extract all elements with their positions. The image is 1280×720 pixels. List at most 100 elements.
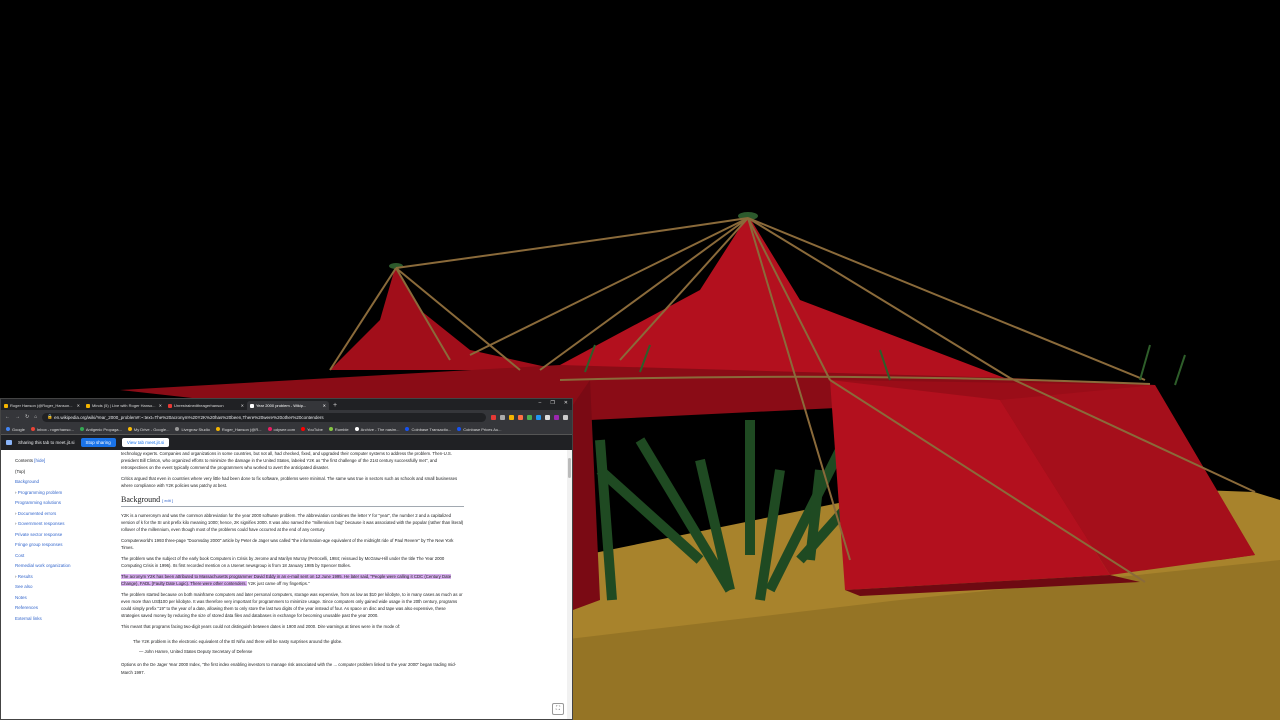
tab-roger-x[interactable]: Roger Hanson (@Roger_Hanson... ✕ [1, 401, 83, 410]
extension-icon[interactable] [491, 414, 496, 420]
scrollbar-thumb[interactable] [568, 458, 571, 478]
chevron-right-icon[interactable]: › [15, 490, 17, 495]
home-icon[interactable]: ⌂ [34, 414, 37, 420]
toc-item[interactable]: › Government responses [15, 519, 105, 530]
paragraph: The problem was the subject of the early… [121, 555, 445, 568]
blockquote: The Y2K problem is the electronic equiva… [121, 638, 464, 655]
window-controls: – ❐ ✕ [539, 400, 568, 406]
youtube-icon [301, 427, 306, 431]
minimize-button[interactable]: – [539, 400, 542, 406]
puzzle-icon[interactable] [545, 414, 550, 420]
tab-sharing-bar: Sharing this tab to meet.jit.si Stop sha… [1, 435, 572, 450]
scrollbar[interactable] [567, 450, 572, 719]
extension-icon[interactable] [527, 414, 532, 420]
toc-item[interactable]: Programming solutions [15, 498, 105, 509]
bookmark[interactable]: Inbox - rogerhanso... [30, 427, 74, 432]
bookmark[interactable]: Archive - The nasim... [354, 427, 399, 432]
stop-sharing-button[interactable]: Stop sharing [80, 438, 116, 447]
restore-button[interactable]: ❐ [550, 400, 554, 406]
reload-icon[interactable]: ↻ [25, 414, 29, 420]
quote-attribution: — John Hamre, United States Deputy Secre… [139, 649, 253, 655]
toc-item[interactable]: Cost [15, 551, 105, 562]
close-icon[interactable]: ✕ [159, 403, 162, 408]
bookmark[interactable]: Coinbase Transactio... [405, 427, 451, 432]
bookmark[interactable]: Coinbase Prices Au... [457, 427, 502, 432]
toc-item[interactable]: Remedial work organization [15, 561, 105, 572]
toc-item[interactable]: › Results [15, 572, 105, 583]
browser-window[interactable]: Roger Hanson (@Roger_Hanson... ✕ Minds (5… [0, 398, 573, 720]
paragraph: Computerworld's 1993 three-page "Doomsda… [121, 537, 454, 551]
toc-item[interactable]: › Documented errors [15, 509, 105, 520]
extension-icon[interactable] [536, 414, 541, 420]
chevron-right-icon[interactable]: › [15, 511, 17, 516]
forward-icon[interactable]: → [15, 414, 20, 420]
toc-item[interactable]: Background [15, 477, 105, 488]
bookmark[interactable]: YouTube [301, 427, 323, 432]
toc-hide-link[interactable]: [hide] [34, 458, 45, 463]
page-content: Contents [hide] (Top) Background › Progr… [1, 450, 572, 719]
coinbase-icon [405, 427, 410, 431]
x-icon [4, 403, 8, 408]
bookmark[interactable]: My Drive - Google... [127, 427, 169, 432]
archive-icon [354, 427, 359, 431]
close-icon[interactable]: ✕ [241, 403, 244, 408]
paragraph: This meant that programs facing two-digi… [121, 623, 401, 629]
toc-item[interactable]: › Programming problem [15, 488, 105, 499]
tab-wikipedia[interactable]: Year 2000 problem - Wikip... ✕ [247, 401, 329, 410]
bookmark[interactable]: odysee.com [267, 427, 295, 432]
tab-unrestrained[interactable]: Unrestrainedtheagerhanson ✕ [165, 401, 247, 410]
odysee-icon [267, 427, 272, 431]
extensions [491, 414, 568, 420]
coinbase-icon [457, 427, 462, 431]
bookmark[interactable]: Antigenic Propaga... [79, 427, 122, 432]
view-tab-button[interactable]: View tab meet.jit.si [121, 438, 170, 447]
share-icon[interactable] [500, 414, 505, 420]
back-icon[interactable]: ← [5, 414, 10, 420]
google-icon [6, 427, 10, 431]
toc-header: Contents [hide] [15, 458, 46, 463]
gmail-icon [30, 427, 35, 431]
new-tab-button[interactable]: + [329, 401, 341, 410]
star-icon[interactable] [509, 414, 514, 420]
toc-item[interactable]: Private sector response [15, 530, 105, 541]
record-icon [168, 403, 172, 408]
bookmark-icon [79, 427, 84, 431]
edit-link[interactable]: [ edit ] [162, 498, 173, 503]
profile-icon[interactable] [554, 414, 559, 420]
table-of-contents: Contents [hide] (Top) Background › Progr… [15, 456, 105, 624]
paragraph: The acronym Y2K has been attributed to M… [121, 573, 452, 586]
toc-item[interactable]: External links [15, 614, 105, 625]
extension-icon[interactable] [518, 414, 523, 420]
address-bar: ← → ↻ ⌂ 🔒 en.wikipedia.org/wiki/Year_200… [1, 410, 572, 424]
lock-icon: 🔒 [47, 414, 55, 419]
screen-share-icon [6, 440, 12, 445]
toc-item[interactable]: Fringe group responses [15, 540, 105, 551]
close-icon[interactable]: ✕ [77, 403, 80, 408]
close-icon[interactable]: ✕ [323, 403, 326, 408]
tab-bar: Roger Hanson (@Roger_Hanson... ✕ Minds (5… [1, 399, 572, 410]
close-window-button[interactable]: ✕ [564, 400, 568, 406]
bookmark[interactable]: Google [6, 427, 25, 432]
tab-minds[interactable]: Minds (5) | Live with Roger Hanso... ✕ [83, 401, 165, 410]
bookmark[interactable]: Rumble [328, 427, 349, 432]
toc-item[interactable]: See also [15, 582, 105, 593]
paragraph: Options on the De Jager Year 2000 Index,… [121, 662, 457, 675]
fullscreen-icon[interactable]: ⛶ [552, 703, 564, 715]
quote-text: The Y2K problem is the electronic equiva… [133, 639, 343, 645]
rumble-icon [328, 427, 333, 431]
paragraph: The problem started because on both main… [121, 591, 463, 619]
chevron-right-icon[interactable]: › [15, 574, 17, 579]
paragraph: Y2K is a numeronym and was the common ab… [121, 512, 464, 533]
menu-icon[interactable] [563, 414, 568, 420]
bookmark[interactable]: Livegrow Studio [175, 427, 210, 432]
chevron-right-icon[interactable]: › [15, 521, 17, 526]
toc-item[interactable]: (Top) [15, 467, 105, 478]
toc-item[interactable]: References [15, 603, 105, 614]
minds-icon [86, 403, 90, 408]
bookmark-icon [215, 427, 220, 431]
bookmark[interactable]: Roger_Hanson (@R... [215, 427, 262, 432]
toc-item[interactable]: Notes [15, 593, 105, 604]
url-input[interactable]: 🔒 en.wikipedia.org/wiki/Year_2000_proble… [42, 412, 486, 422]
paragraph: technology experts. Companies and organi… [121, 451, 452, 471]
bookmark-icon [175, 427, 180, 431]
